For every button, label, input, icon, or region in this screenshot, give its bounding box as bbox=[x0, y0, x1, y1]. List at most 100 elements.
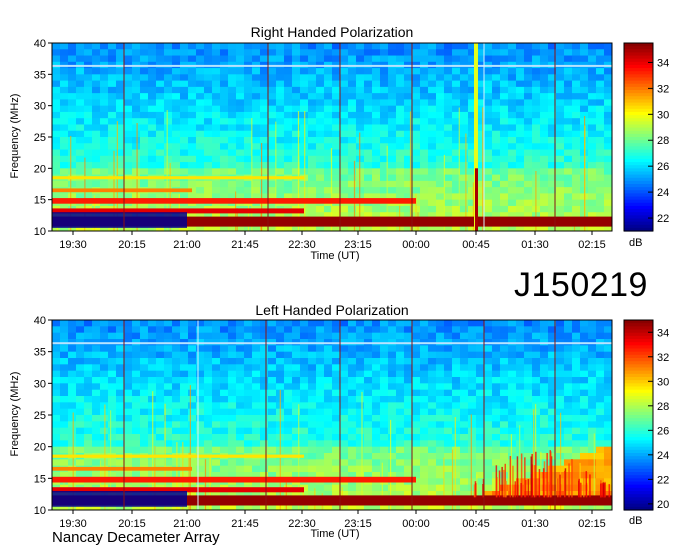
heatmap-cell bbox=[76, 111, 85, 119]
heatmap-cell bbox=[220, 332, 229, 340]
heatmap-cell bbox=[564, 162, 573, 169]
heatmap-cell bbox=[364, 105, 373, 113]
heatmap-cell bbox=[188, 377, 197, 384]
heatmap-cell bbox=[52, 180, 61, 188]
heatmap-cell bbox=[260, 396, 269, 403]
heatmap-cell bbox=[100, 143, 109, 151]
heatmap-cell bbox=[524, 408, 533, 416]
heatmap-cell bbox=[252, 43, 261, 50]
heatmap-cell bbox=[100, 180, 109, 188]
heatmap-cell bbox=[532, 370, 541, 378]
heatmap-cell bbox=[116, 389, 125, 397]
heatmap-cell bbox=[524, 364, 533, 372]
heatmap-cell bbox=[292, 364, 301, 372]
heatmap-cell bbox=[492, 74, 501, 82]
heatmap-cell bbox=[268, 74, 277, 82]
heatmap-cell bbox=[100, 383, 109, 391]
heatmap-cell bbox=[492, 68, 501, 75]
heatmap-cell bbox=[348, 396, 357, 403]
heatmap-cell bbox=[156, 137, 165, 144]
heatmap-cell bbox=[300, 415, 309, 422]
heatmap-cell bbox=[572, 389, 581, 397]
heatmap-cell bbox=[436, 93, 445, 100]
heatmap-cell bbox=[564, 80, 573, 88]
heatmap-cell bbox=[60, 118, 69, 125]
heatmap-cell bbox=[92, 396, 101, 403]
heatmap-cell bbox=[260, 383, 269, 391]
colorbar-tick-label: 24 bbox=[657, 450, 669, 462]
heatmap-cell bbox=[588, 174, 597, 182]
heatmap-cell bbox=[580, 421, 589, 429]
heatmap-cell bbox=[460, 193, 469, 201]
heatmap-cell bbox=[196, 370, 205, 378]
heatmap-cell bbox=[596, 446, 605, 454]
heatmap-cell bbox=[596, 143, 605, 151]
heatmap-cell bbox=[468, 396, 477, 403]
heatmap-cell bbox=[316, 43, 325, 50]
heatmap-cell bbox=[252, 434, 261, 441]
heatmap-cell bbox=[540, 326, 549, 334]
heatmap-cell bbox=[388, 402, 397, 410]
heatmap-cell bbox=[404, 105, 413, 113]
heatmap-cell bbox=[596, 358, 605, 365]
heatmap-cell bbox=[460, 49, 469, 57]
heatmap-cell bbox=[428, 124, 437, 132]
heatmap-cell bbox=[484, 415, 493, 422]
heatmap-cell bbox=[412, 383, 421, 391]
heatmap-cell bbox=[468, 320, 477, 327]
heatmap-cell bbox=[332, 434, 341, 441]
heatmap-cell bbox=[508, 446, 517, 454]
heatmap-cell bbox=[276, 326, 285, 334]
heatmap-cell bbox=[500, 187, 509, 194]
heatmap-cell bbox=[148, 111, 157, 119]
heatmap-cell bbox=[444, 130, 453, 138]
heatmap-cell bbox=[100, 93, 109, 100]
heatmap-cell bbox=[188, 162, 197, 169]
heatmap-cell bbox=[588, 99, 597, 107]
heatmap-cell bbox=[228, 143, 237, 151]
heatmap-cell bbox=[596, 99, 605, 107]
heatmap-cell bbox=[316, 187, 325, 194]
heatmap-cell bbox=[180, 326, 189, 334]
heatmap-cell bbox=[348, 402, 357, 410]
heatmap-cell bbox=[588, 193, 597, 201]
heatmap-cell bbox=[540, 320, 549, 327]
heatmap-cell bbox=[540, 364, 549, 372]
heatmap-cell bbox=[324, 351, 333, 359]
heatmap-cell bbox=[580, 358, 589, 365]
heatmap-cell bbox=[228, 99, 237, 107]
heatmap-cell bbox=[588, 149, 597, 157]
heatmap-cell bbox=[164, 162, 173, 169]
heatmap-cell bbox=[244, 345, 253, 353]
heatmap-cell bbox=[60, 105, 69, 113]
heatmap-cell bbox=[500, 364, 509, 372]
heatmap-cell bbox=[372, 377, 381, 384]
heatmap-cell bbox=[84, 111, 93, 119]
heatmap-cell bbox=[316, 415, 325, 422]
heatmap-cell bbox=[524, 427, 533, 435]
heatmap-cell bbox=[404, 143, 413, 151]
heatmap-cell bbox=[436, 149, 445, 157]
heatmap-cell bbox=[372, 86, 381, 94]
heatmap-cell bbox=[524, 137, 533, 144]
heatmap-cell bbox=[84, 49, 93, 57]
heatmap-cell bbox=[340, 453, 349, 460]
heatmap-cell bbox=[444, 389, 453, 397]
heatmap-cell bbox=[68, 427, 77, 435]
heatmap-cell bbox=[164, 326, 173, 334]
heatmap-cell bbox=[372, 49, 381, 57]
heatmap-cell bbox=[340, 364, 349, 372]
heatmap-cell bbox=[268, 358, 277, 365]
emission-arc-streak bbox=[503, 469, 505, 498]
heatmap-cell bbox=[372, 124, 381, 132]
heatmap-cell bbox=[516, 149, 525, 157]
heatmap-cell bbox=[492, 453, 501, 460]
heatmap-cell bbox=[300, 86, 309, 94]
heatmap-cell bbox=[364, 86, 373, 94]
emission-arc-streak bbox=[564, 470, 566, 498]
heatmap-cell bbox=[540, 86, 549, 94]
heatmap-cell bbox=[100, 130, 109, 138]
heatmap-cell bbox=[316, 332, 325, 340]
heatmap-cell bbox=[572, 364, 581, 372]
heatmap-cell bbox=[500, 155, 509, 163]
